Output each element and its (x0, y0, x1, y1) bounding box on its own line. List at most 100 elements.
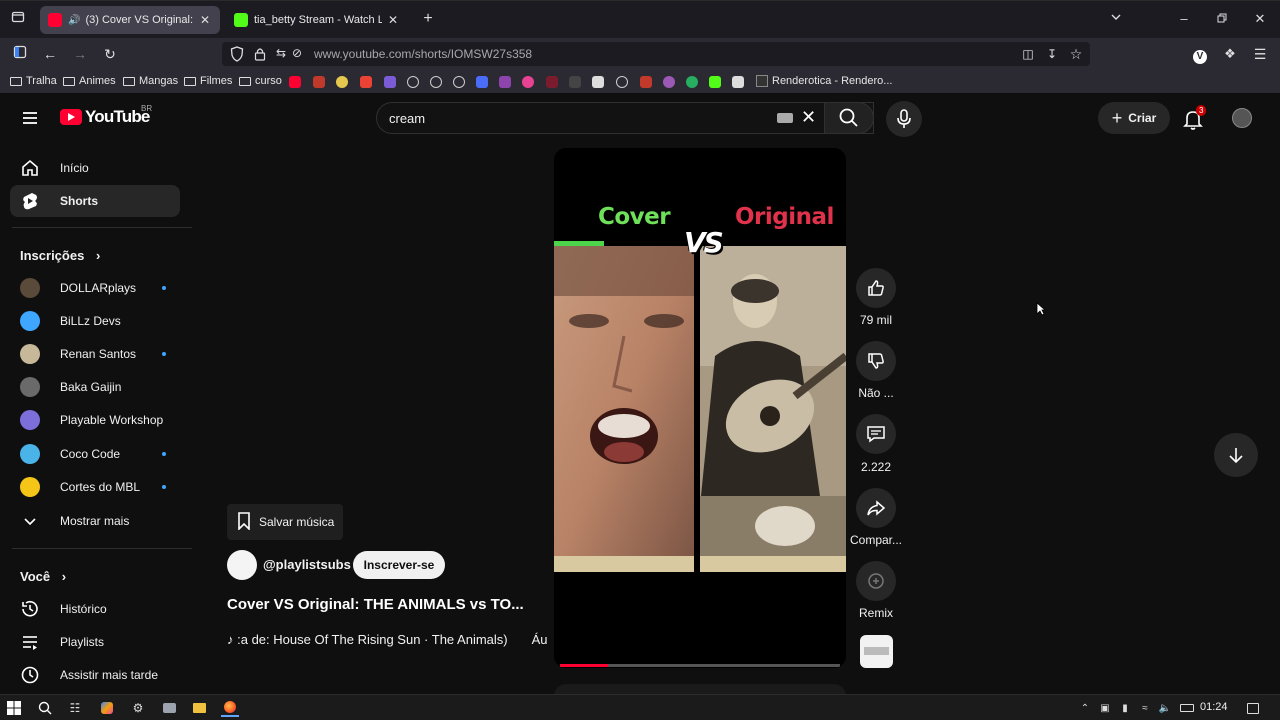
firefox-icon[interactable] (221, 699, 239, 717)
picture-in-picture-icon[interactable]: ◫ (1018, 44, 1038, 64)
sidebar-item-watch-later[interactable]: Assistir mais tarde (10, 659, 180, 691)
bookmark-folder-filmes[interactable]: Filmes (184, 75, 232, 87)
short-title[interactable]: Cover VS Original: THE ANIMALS vs TO... (227, 596, 524, 613)
sidebar-item-subscription[interactable]: DOLLARplays (10, 272, 180, 304)
bookmark-icon[interactable] (453, 76, 465, 88)
copilot-icon[interactable] (98, 699, 116, 717)
clock[interactable]: 01:24 (1200, 701, 1228, 713)
channel-name[interactable]: @playlistsubs (263, 557, 351, 572)
task-view-icon[interactable]: ☷ (66, 699, 84, 717)
keyboard-icon[interactable] (1178, 699, 1196, 717)
bookmark-icon[interactable] (546, 76, 558, 88)
kick-bookmark-icon[interactable] (709, 76, 721, 88)
file-explorer-icon[interactable] (190, 699, 208, 717)
video-progress-bar[interactable] (560, 664, 840, 667)
bookmark-star-icon[interactable]: ☆ (1066, 44, 1086, 64)
search-button[interactable] (824, 102, 874, 134)
sidebar-item-shorts[interactable]: Shorts (10, 185, 180, 217)
voice-search-button[interactable] (886, 101, 922, 137)
gmail-bookmark-icon[interactable] (360, 76, 372, 88)
bookmark-icon[interactable] (686, 76, 698, 88)
tracking-off-icon[interactable]: ⊘ (292, 46, 302, 60)
search-icon[interactable] (36, 699, 54, 717)
share-button[interactable] (856, 488, 896, 528)
bookmark-icon[interactable] (522, 76, 534, 88)
close-tab-icon[interactable]: ✕ (386, 13, 400, 27)
like-button[interactable] (856, 268, 896, 308)
notifications-icon[interactable] (1244, 699, 1262, 717)
bookmark-folder-curso[interactable]: curso (239, 75, 282, 87)
show-more-button[interactable]: Mostrar mais (10, 505, 180, 537)
sidebar-item-subscription[interactable]: Coco Code (10, 438, 180, 470)
reload-icon[interactable]: ↻ (100, 44, 120, 64)
vpn-extension-icon[interactable]: V (1190, 44, 1210, 64)
globe-bookmark-icon[interactable] (407, 76, 419, 88)
globe-bookmark-icon[interactable] (616, 76, 628, 88)
close-window-icon[interactable]: ✕ (1250, 9, 1270, 29)
sidebar-item-subscription[interactable]: BiLLz Devs (10, 305, 180, 337)
chevron-up-icon[interactable]: ⌃ (1076, 699, 1094, 717)
sidebar-item-subscription[interactable]: Renan Santos (10, 338, 180, 370)
close-tab-icon[interactable]: ✕ (198, 13, 212, 27)
bookmark-folder-mangas[interactable]: Mangas (123, 75, 178, 87)
app-icon[interactable] (160, 699, 178, 717)
permissions-icon[interactable]: ⇆ (276, 46, 286, 60)
browser-tab-kick[interactable]: tia_betty Stream - Watch Live on Kick ✕ (226, 6, 408, 34)
save-music-button[interactable]: Salvar música (227, 504, 343, 540)
bookmark-icon[interactable] (569, 76, 581, 88)
minimize-icon[interactable]: – (1174, 9, 1194, 29)
youtube-bookmark-icon[interactable] (289, 76, 301, 88)
account-avatar[interactable] (1232, 108, 1252, 128)
create-button[interactable]: + Criar (1098, 102, 1170, 134)
sidebar-item-history[interactable]: Histórico (10, 593, 180, 625)
dislike-button[interactable] (856, 341, 896, 381)
menu-icon[interactable]: ☰ (1250, 44, 1270, 64)
bookmark-icon[interactable] (663, 76, 675, 88)
sidebar-item-subscription[interactable]: Baka Gaijin (10, 371, 180, 403)
bookmark-icon[interactable] (499, 76, 511, 88)
lock-icon[interactable] (254, 47, 266, 66)
music-credit[interactable]: ♪ :a de: House Of The Rising Sun · The A… (227, 632, 548, 647)
start-icon[interactable] (5, 699, 23, 717)
browser-tab-youtube[interactable]: 🔊 (3) Cover VS Original: THE ANIMALS vs … (40, 6, 220, 34)
sidebar-item-home[interactable]: Início (10, 152, 180, 184)
new-tab-icon[interactable]: + (418, 9, 438, 29)
bookmark-icon[interactable] (592, 76, 604, 88)
sidebar-item-subscription[interactable]: Playable Workshop (10, 404, 180, 436)
forward-icon[interactable]: → (70, 44, 90, 64)
bookmark-icon[interactable] (640, 76, 652, 88)
bookmark-folder-animes[interactable]: Animes (63, 75, 116, 87)
tab-list-icon[interactable] (8, 9, 28, 29)
sidebar-item-subscription[interactable]: Cortes do MBL (10, 471, 180, 503)
next-short-button[interactable] (1214, 433, 1258, 477)
channel-avatar[interactable] (227, 550, 257, 580)
subscriptions-heading[interactable]: Inscrições › (20, 248, 100, 263)
tray-icon[interactable]: ▮ (1116, 699, 1134, 717)
short-video-player[interactable]: Cover Original VS (554, 148, 846, 668)
guide-menu-icon[interactable] (20, 108, 40, 128)
address-bar[interactable]: ⇆ ⊘ www.youtube.com/shorts/IOMSW27s358 (222, 42, 1090, 66)
bookmark-folder-tralha[interactable]: Tralha (10, 75, 57, 87)
wifi-icon[interactable]: ≈ (1136, 699, 1154, 717)
bookmark-icon[interactable] (384, 76, 396, 88)
sidebar-item-playlists[interactable]: Playlists (10, 626, 180, 658)
save-page-icon[interactable]: ↧ (1042, 44, 1062, 64)
chevron-down-icon[interactable] (1106, 9, 1126, 29)
openai-bookmark-icon[interactable] (430, 76, 442, 88)
bookmark-renderotica[interactable]: Renderotica - Rendero... (756, 75, 892, 87)
shield-icon[interactable] (230, 46, 244, 67)
app-icon[interactable]: ⚙ (129, 699, 147, 717)
sound-thumbnail[interactable] (860, 635, 893, 668)
you-heading[interactable]: Você › (20, 569, 66, 584)
subscribe-button[interactable]: Inscrever-se (353, 551, 445, 579)
volume-icon[interactable]: 🔈 (1156, 699, 1174, 717)
clear-search-icon[interactable]: ✕ (801, 107, 816, 128)
bookmark-icon[interactable] (313, 76, 325, 88)
remix-button[interactable] (856, 561, 896, 601)
back-icon[interactable]: ← (40, 44, 60, 64)
extensions-icon[interactable]: ❖ (1220, 44, 1240, 64)
speaker-icon[interactable]: 🔊 (68, 15, 80, 26)
bookmark-icon[interactable] (476, 76, 488, 88)
keyboard-icon[interactable] (777, 113, 793, 123)
bookmark-icon[interactable] (336, 76, 348, 88)
